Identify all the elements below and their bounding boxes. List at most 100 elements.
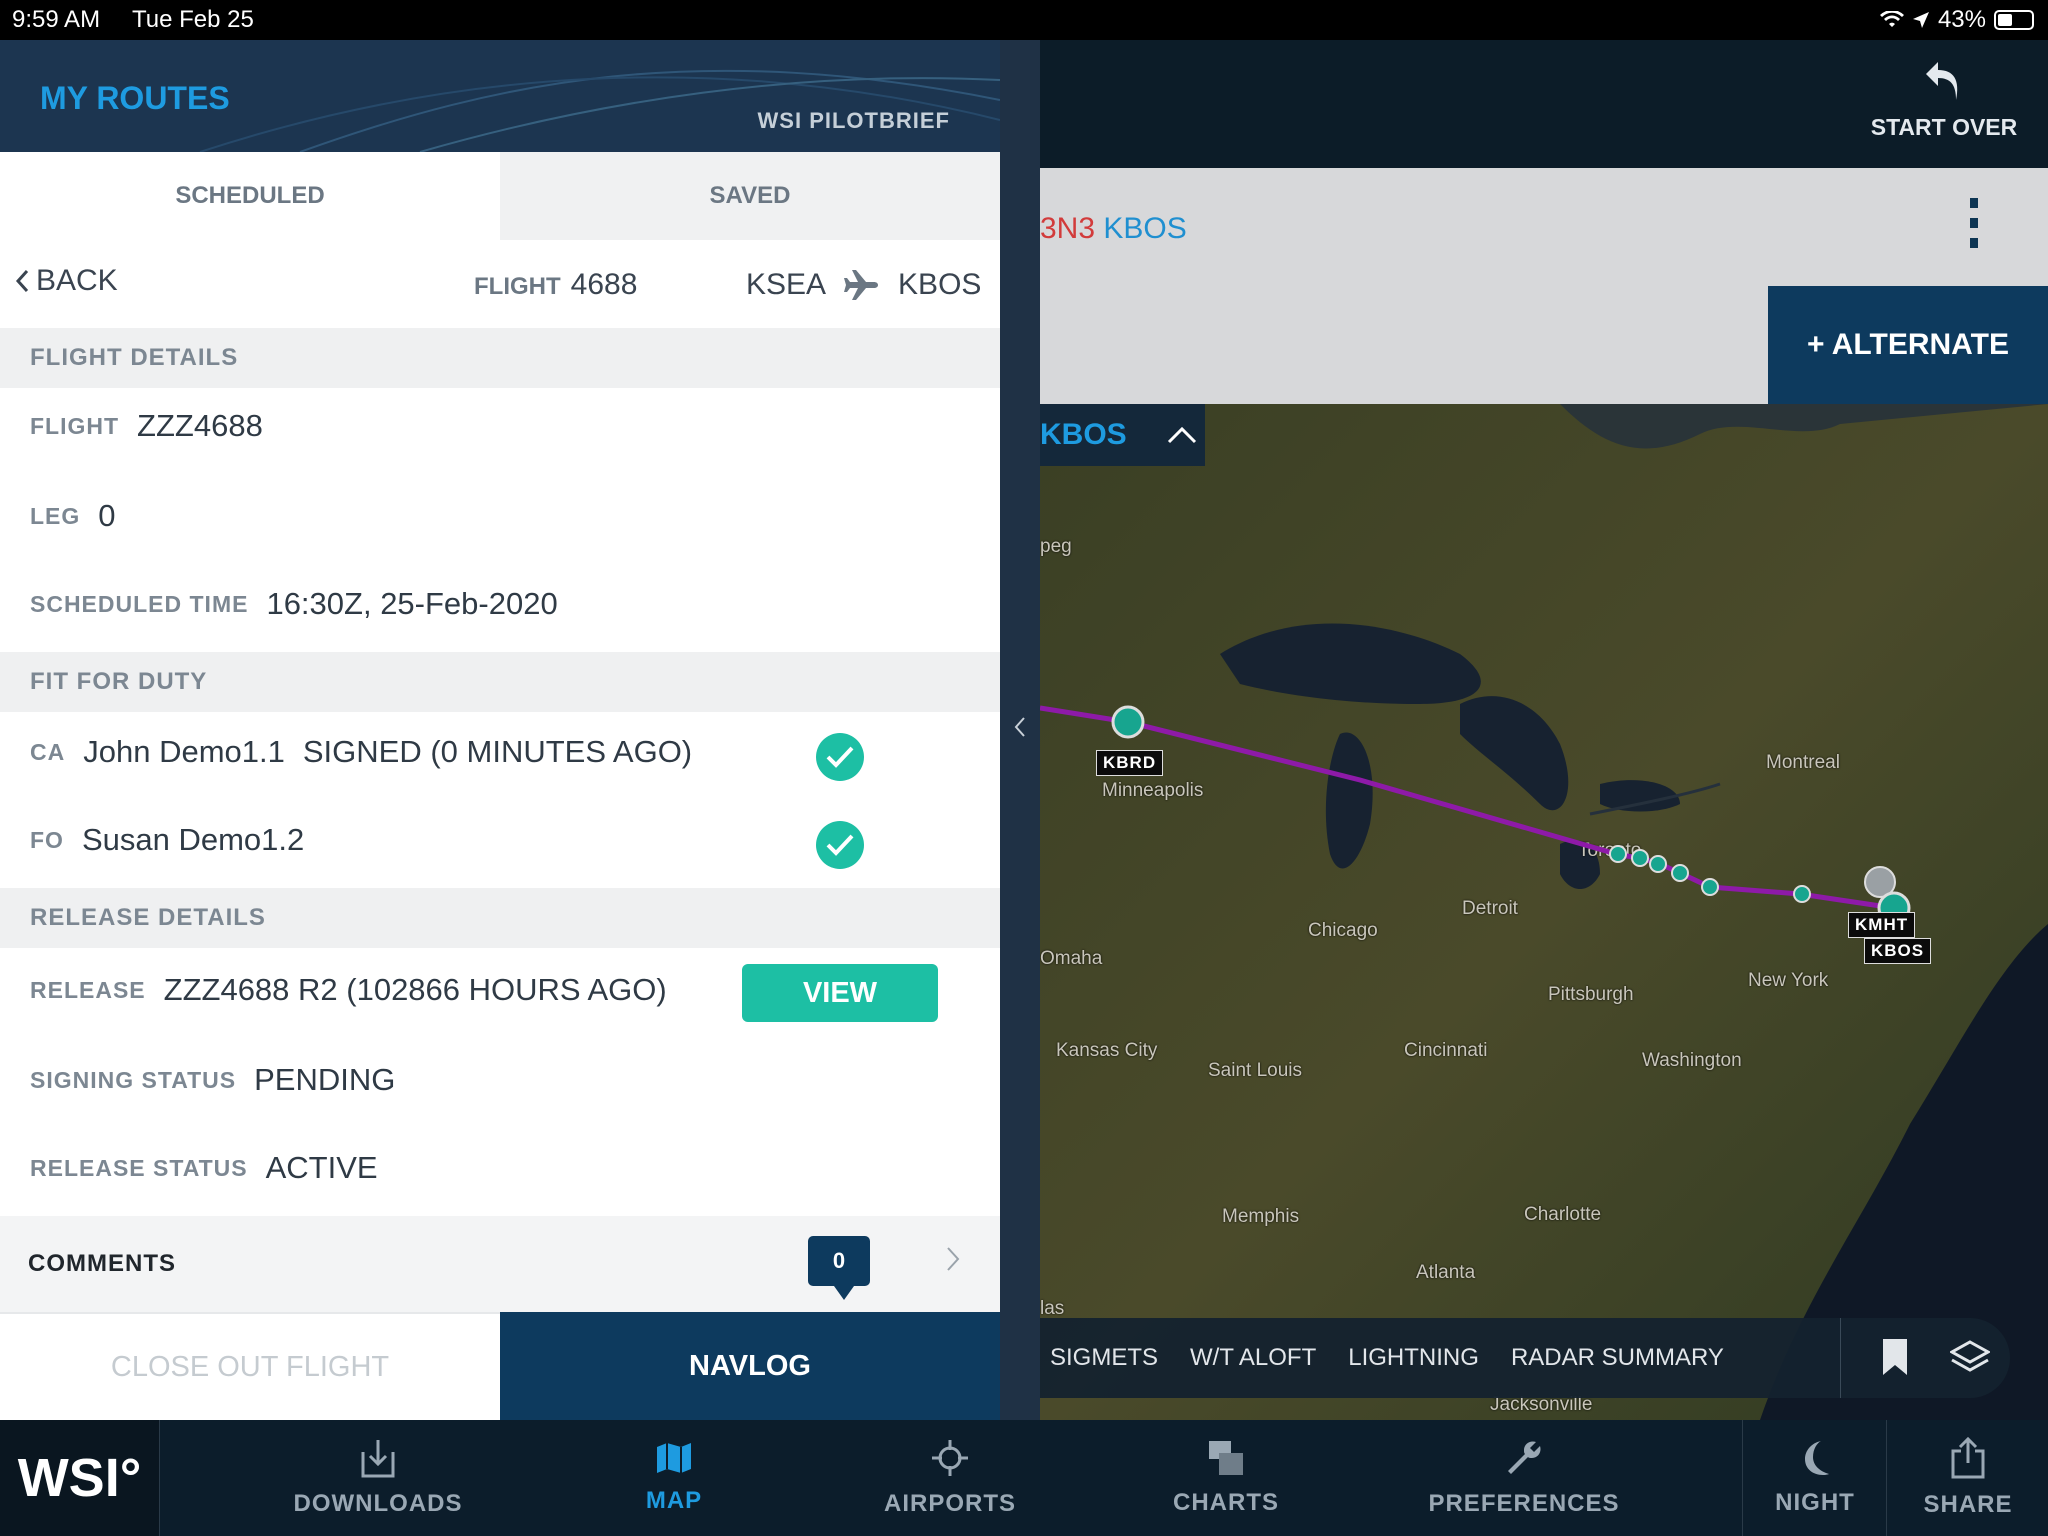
wsi-logo: WSI°: [0, 1420, 160, 1536]
navlog-button[interactable]: NAVLOG: [500, 1312, 1000, 1420]
tab-scheduled[interactable]: SCHEDULED: [0, 152, 500, 240]
tab-preferences[interactable]: PREFERENCES: [1424, 1420, 1624, 1536]
tab-saved[interactable]: SAVED: [500, 152, 1000, 240]
scheduled-time-value: 16:30Z, 25-Feb-2020: [266, 586, 558, 621]
release-row: RELEASE ZZZ4688 R2 (102866 HOURS AGO): [30, 972, 667, 1008]
layer-radar-summary[interactable]: RADAR SUMMARY: [1511, 1344, 1724, 1372]
tab-share[interactable]: SHARE: [1888, 1420, 2048, 1536]
section-fit-for-duty: FIT FOR DUTY: [0, 652, 1000, 712]
wifi-icon: [1879, 11, 1904, 27]
crew-name: John Demo1.1: [83, 734, 285, 769]
tab-charts[interactable]: CHARTS: [1126, 1420, 1326, 1536]
field-label: RELEASE STATUS: [30, 1154, 248, 1181]
layers-icon[interactable]: [1950, 1340, 1990, 1374]
flight-value: ZZZ4688: [137, 408, 263, 443]
wrench-icon: [1508, 1441, 1541, 1474]
route-pair: KSEA KBOS: [746, 268, 981, 302]
scheduled-time-row: SCHEDULED TIME 16:30Z, 25-Feb-2020: [30, 586, 558, 622]
airport-tag[interactable]: KBRD: [1096, 750, 1164, 776]
tab-label: AIRPORTS: [883, 1490, 1016, 1517]
release-value: ZZZ4688 R2 (102866 HOURS AGO): [163, 972, 667, 1007]
tab-label: DOWNLOADS: [293, 1490, 463, 1517]
layer-winds-temps-aloft[interactable]: W/T ALOFT: [1190, 1344, 1316, 1372]
date: Tue Feb 25: [132, 6, 254, 33]
download-icon: [361, 1440, 395, 1478]
bookmark-icon[interactable]: [1882, 1338, 1908, 1376]
airport-tag[interactable]: KMHT: [1848, 912, 1916, 938]
page-title: MY ROUTES: [40, 80, 230, 116]
view-release-button[interactable]: VIEW: [742, 964, 938, 1022]
field-label: RELEASE: [30, 976, 146, 1003]
map-place-label: Charlotte: [1524, 1204, 1602, 1225]
comments-row[interactable]: COMMENTS 0: [0, 1216, 1000, 1312]
map-place-label: las: [1040, 1298, 1065, 1319]
chevron-left-icon: [1014, 717, 1025, 737]
comments-label: COMMENTS: [28, 1250, 176, 1277]
signing-status-row: SIGNING STATUS PENDING: [30, 1062, 395, 1098]
map-area: START OVER 3N3 KBOS + ALTERNATE KBOS peg…: [1040, 40, 2048, 1420]
flight-number-value: 4688: [570, 268, 638, 301]
back-label: BACK: [36, 264, 118, 297]
origin-airport: KSEA: [746, 268, 827, 301]
tab-label: PREFERENCES: [1428, 1490, 1620, 1517]
flight-row: FLIGHT ZZZ4688: [30, 408, 263, 444]
release-status-value: ACTIVE: [265, 1150, 378, 1185]
section-release-details: RELEASE DETAILS: [0, 888, 1000, 948]
destination-airport: KBOS: [898, 268, 982, 301]
comment-count-badge: 0: [808, 1236, 870, 1300]
field-label: SIGNING STATUS: [30, 1066, 237, 1093]
flight-number: FLIGHT 4688: [474, 268, 637, 302]
airplane-icon: [844, 270, 879, 300]
checkmark-icon: [816, 821, 864, 869]
checkmark-icon: [816, 733, 864, 781]
panel-header: MY ROUTES WSI PILOTBRIEF: [0, 40, 1000, 152]
first-officer-row: FO Susan Demo1.2: [30, 822, 304, 858]
route-tabs: SCHEDULED SAVED: [0, 152, 1000, 240]
status-bar: 9:59 AM Tue Feb 25 43%: [0, 0, 2048, 40]
tab-label: SHARE: [1923, 1491, 2013, 1518]
my-routes-panel: MY ROUTES WSI PILOTBRIEF SCHEDULED SAVED…: [0, 40, 1000, 1420]
tab-night-mode[interactable]: NIGHT: [1744, 1420, 1886, 1536]
leg-value: 0: [98, 498, 116, 533]
share-icon: [1951, 1437, 1985, 1479]
tab-label: MAP: [645, 1487, 703, 1514]
map-place-label: Saint Louis: [1208, 1060, 1303, 1081]
layer-lightning[interactable]: LIGHTNING: [1348, 1344, 1479, 1372]
brand-label: WSI PILOTBRIEF: [757, 108, 950, 133]
layer-sigmets[interactable]: SIGMETS: [1050, 1344, 1158, 1372]
tab-label: CHARTS: [1173, 1489, 1279, 1516]
moon-icon: [1805, 1441, 1829, 1475]
chevron-right-icon: [947, 1247, 960, 1271]
panel-collapse-handle[interactable]: [1000, 40, 1040, 1420]
charts-stack-icon: [1209, 1441, 1243, 1475]
signing-status-value: PENDING: [254, 1062, 396, 1097]
location-arrow-icon: [1912, 12, 1929, 28]
panel-actions: CLOSE OUT FLIGHT NAVLOG: [0, 1312, 1000, 1420]
route-overlay: [1040, 705, 1911, 925]
field-label: SCHEDULED TIME: [30, 590, 249, 617]
field-label: FLIGHT: [30, 412, 120, 439]
map-layer-bar: SIGMETS W/T ALOFT LIGHTNING RADAR SUMMAR…: [1040, 1318, 2010, 1398]
leg-row: LEG 0: [30, 498, 116, 534]
release-status-row: RELEASE STATUS ACTIVE: [30, 1150, 378, 1186]
tab-downloads[interactable]: DOWNLOADS: [278, 1420, 478, 1536]
bottom-tab-bar: WSI° DOWNLOADS MAP AIRPORTS CHARTS PREFE…: [0, 1420, 2048, 1536]
crosshair-icon: [932, 1440, 968, 1476]
back-button[interactable]: BACK: [14, 264, 118, 298]
flight-header: BACK FLIGHT 4688 KSEA KBOS: [0, 240, 1000, 328]
airport-tag[interactable]: KBOS: [1864, 938, 1932, 964]
crew-name: Susan Demo1.2: [81, 822, 305, 857]
battery-percent: 43%: [1937, 6, 1986, 33]
chevron-left-icon: [15, 269, 29, 293]
battery-icon: [1994, 10, 2034, 30]
map-icon: [657, 1443, 691, 1473]
crew-sign-status: SIGNED (0 MINUTES AGO): [302, 734, 693, 769]
captain-row: CA John Demo1.1 SIGNED (0 MINUTES AGO): [30, 734, 692, 770]
section-flight-details: FLIGHT DETAILS: [0, 328, 1000, 388]
tab-map[interactable]: MAP: [574, 1420, 774, 1536]
map-place-label: Memphis: [1222, 1206, 1300, 1227]
tab-airports[interactable]: AIRPORTS: [850, 1420, 1050, 1536]
crew-role-label: FO: [30, 826, 64, 853]
close-out-flight-button[interactable]: CLOSE OUT FLIGHT: [0, 1312, 500, 1420]
status-icons: 43%: [1879, 6, 2034, 34]
